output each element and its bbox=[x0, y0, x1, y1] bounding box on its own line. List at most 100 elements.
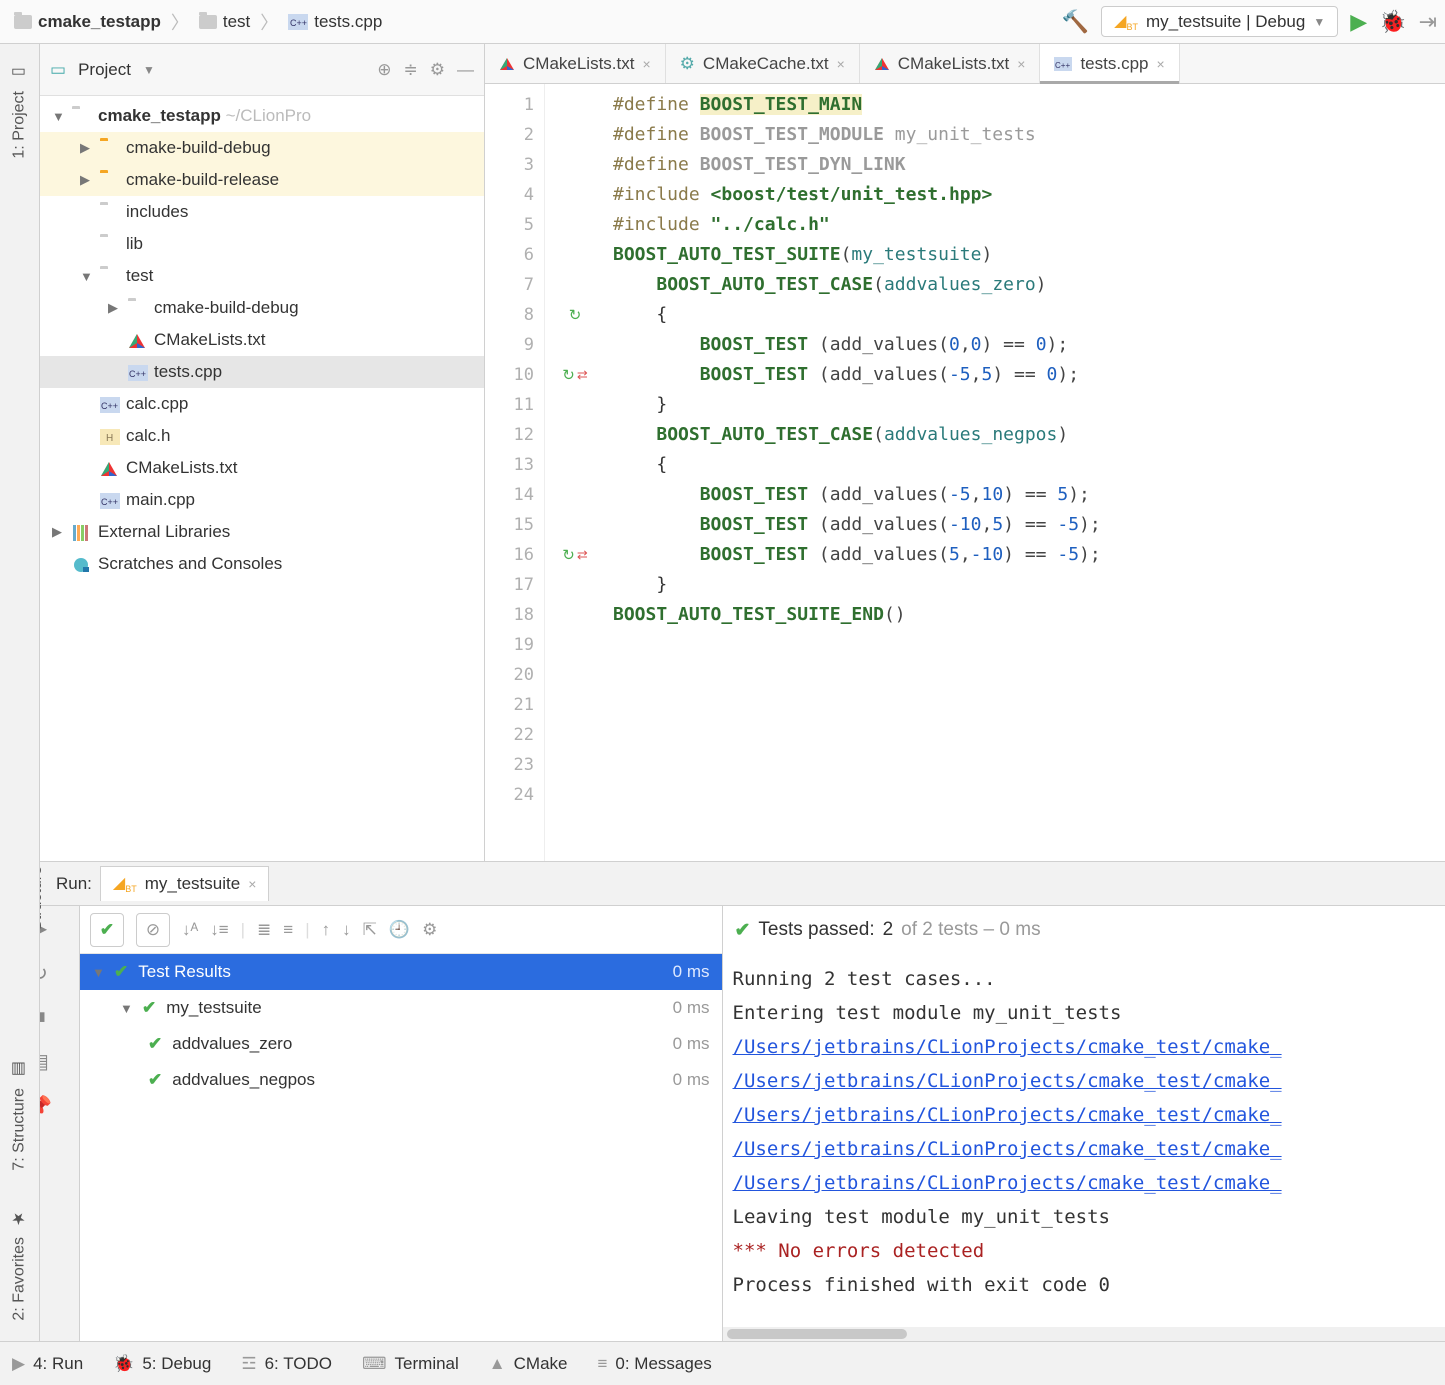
run-gutter-icon[interactable]: ↻ bbox=[562, 366, 575, 384]
sb-terminal[interactable]: ⌨Terminal bbox=[362, 1354, 459, 1374]
editor-tab[interactable]: CMakeLists.txt× bbox=[485, 44, 666, 83]
run-tool-window: 7: Structure Run: ◢BT my_testsuite × ▶ ↻… bbox=[0, 861, 1445, 1341]
close-icon[interactable]: × bbox=[248, 876, 256, 892]
chevron-down-icon[interactable]: ▼ bbox=[143, 63, 155, 77]
svg-text:C++: C++ bbox=[101, 497, 118, 507]
debug-icon[interactable]: 🐞 bbox=[1379, 9, 1406, 35]
tree-row[interactable]: ▼cmake_testapp ~/CLionPro bbox=[40, 100, 484, 132]
tree-row[interactable]: ▶cmake-build-debug bbox=[40, 132, 484, 164]
gear-icon[interactable]: ⚙ bbox=[422, 920, 437, 940]
tree-row[interactable]: lib bbox=[40, 228, 484, 260]
tree-label: calc.cpp bbox=[126, 394, 188, 414]
tree-row[interactable]: C++calc.cpp bbox=[40, 388, 484, 420]
rail-favorites[interactable]: 2: Favorites★ bbox=[0, 1190, 39, 1341]
hide-icon[interactable]: — bbox=[457, 60, 474, 80]
sort-duration-icon[interactable]: ↓≡ bbox=[210, 920, 228, 940]
run-config-selector[interactable]: ◢BT my_testsuite | Debug ▼ bbox=[1101, 6, 1338, 37]
rail-structure-2[interactable]: 7: Structure▥ bbox=[0, 1041, 39, 1191]
tree-row[interactable]: ▶cmake-build-release bbox=[40, 164, 484, 196]
console-line[interactable]: /Users/jetbrains/CLionProjects/cmake_tes… bbox=[733, 1132, 1436, 1166]
tree-row[interactable]: ▶cmake-build-debug bbox=[40, 292, 484, 324]
collapse-all-icon[interactable]: ≡ bbox=[283, 920, 293, 940]
svg-text:C++: C++ bbox=[290, 18, 307, 28]
test-row[interactable]: ✔ addvalues_zero 0 ms bbox=[80, 1026, 722, 1062]
tree-row[interactable]: Scratches and Consoles bbox=[40, 548, 484, 580]
rail-project[interactable]: 1: Project▭ bbox=[10, 44, 29, 179]
sb-cmake[interactable]: ▲CMake bbox=[489, 1354, 568, 1374]
console-line[interactable]: /Users/jetbrains/CLionProjects/cmake_tes… bbox=[733, 1064, 1436, 1098]
console-line: Entering test module my_unit_tests bbox=[733, 996, 1436, 1030]
horizontal-scrollbar[interactable] bbox=[723, 1327, 1445, 1341]
collapse-all-icon[interactable]: ≑ bbox=[404, 60, 418, 80]
sort-alpha-icon[interactable]: ↓ᴬ bbox=[182, 920, 198, 940]
breadcrumb-root[interactable]: cmake_testapp bbox=[8, 8, 167, 36]
show-ignored-button[interactable]: ⊘ bbox=[136, 913, 170, 947]
svg-text:H: H bbox=[106, 433, 113, 444]
check-icon: ✔ bbox=[148, 1034, 162, 1054]
editor-tab[interactable]: CMakeLists.txt× bbox=[860, 44, 1041, 83]
sb-run[interactable]: ▶4: Run bbox=[12, 1354, 83, 1374]
todo-icon: ☲ bbox=[241, 1354, 256, 1374]
export-icon[interactable]: ⇱ bbox=[363, 920, 377, 940]
project-tool-title[interactable]: Project bbox=[78, 60, 131, 80]
sb-todo[interactable]: ☲6: TODO bbox=[241, 1354, 332, 1374]
hammer-build-icon[interactable]: 🔨 bbox=[1062, 9, 1089, 35]
run-config-area: 🔨 ◢BT my_testsuite | Debug ▼ ▶ 🐞 ⇥ bbox=[1062, 6, 1437, 37]
run-gutter-icon[interactable]: ↻ bbox=[569, 306, 582, 324]
tree-row[interactable]: C++main.cpp bbox=[40, 484, 484, 516]
test-row[interactable]: ▼✔Test Results0 ms bbox=[80, 954, 722, 990]
tree-row[interactable]: ▼test bbox=[40, 260, 484, 292]
file-icon bbox=[100, 461, 118, 475]
tree-row[interactable]: ▶External Libraries bbox=[40, 516, 484, 548]
expand-all-icon[interactable]: ≣ bbox=[257, 920, 271, 940]
test-row[interactable]: ✔addvalues_negpos0 ms bbox=[80, 1062, 722, 1098]
caret-icon: ▼ bbox=[80, 269, 92, 284]
tree-row[interactable]: C++tests.cpp bbox=[40, 356, 484, 388]
project-view-icon: ▭ bbox=[50, 60, 66, 80]
editor-tab[interactable]: C++tests.cpp× bbox=[1040, 44, 1179, 83]
run-icon[interactable]: ▶ bbox=[1350, 9, 1367, 35]
console-line[interactable]: /Users/jetbrains/CLionProjects/cmake_tes… bbox=[733, 1098, 1436, 1132]
file-icon bbox=[128, 301, 146, 315]
close-icon[interactable]: × bbox=[1017, 56, 1025, 72]
locate-icon[interactable]: ⊕ bbox=[377, 60, 391, 80]
close-icon[interactable]: × bbox=[642, 56, 650, 72]
tree-row[interactable]: Hcalc.h bbox=[40, 420, 484, 452]
run-tab[interactable]: ◢BT my_testsuite × bbox=[100, 866, 269, 900]
breadcrumb-mid[interactable]: test bbox=[193, 8, 256, 36]
test-duration: 0 ms bbox=[673, 1034, 710, 1054]
file-icon bbox=[100, 173, 118, 187]
tree-row[interactable]: CMakeLists.txt bbox=[40, 324, 484, 356]
tree-row[interactable]: CMakeLists.txt bbox=[40, 452, 484, 484]
console-line[interactable]: /Users/jetbrains/CLionProjects/cmake_tes… bbox=[733, 1030, 1436, 1064]
run-gutter-icon[interactable]: ↻ bbox=[562, 546, 575, 564]
next-icon[interactable]: ↓ bbox=[342, 920, 351, 940]
breadcrumb-leaf[interactable]: C++ tests.cpp bbox=[282, 8, 388, 36]
prev-icon[interactable]: ↑ bbox=[322, 920, 331, 940]
run-with-coverage-icon[interactable]: ⇥ bbox=[1419, 9, 1437, 35]
project-tool-header: ▭ Project ▼ ⊕ ≑ ⚙ — bbox=[40, 44, 484, 96]
file-icon bbox=[100, 141, 118, 155]
test-row[interactable]: ▼✔my_testsuite0 ms bbox=[80, 990, 722, 1026]
svg-text:C++: C++ bbox=[129, 369, 146, 379]
gear-icon[interactable]: ⚙ bbox=[430, 60, 445, 80]
tree-row[interactable]: includes bbox=[40, 196, 484, 228]
cpp-file-icon: C++ bbox=[288, 14, 308, 30]
sb-messages[interactable]: ≡0: Messages bbox=[597, 1354, 711, 1374]
console-line[interactable]: /Users/jetbrains/CLionProjects/cmake_tes… bbox=[733, 1166, 1436, 1200]
show-passed-button[interactable]: ✔ bbox=[90, 913, 124, 947]
console-output[interactable]: Running 2 test cases...Entering test mod… bbox=[723, 954, 1445, 1327]
editor-tab[interactable]: ⚙CMakeCache.txt× bbox=[666, 44, 860, 83]
folder-icon bbox=[199, 15, 217, 29]
history-icon[interactable]: 🕘 bbox=[389, 920, 410, 940]
test-label: addvalues_zero bbox=[172, 1034, 292, 1054]
tests-tree[interactable]: ▼✔Test Results0 ms▼✔my_testsuite0 ms✔add… bbox=[80, 954, 722, 1341]
close-icon[interactable]: × bbox=[1157, 56, 1165, 72]
sb-debug[interactable]: 🐞5: Debug bbox=[113, 1354, 211, 1374]
tree-label: cmake-build-debug bbox=[126, 138, 271, 158]
left-rail-lower: 7: Structure▥ 2: Favorites★ bbox=[0, 861, 40, 1341]
close-icon[interactable]: × bbox=[837, 56, 845, 72]
test-label: my_testsuite bbox=[166, 998, 261, 1018]
console-line: *** No errors detected bbox=[733, 1234, 1436, 1268]
file-icon bbox=[874, 57, 890, 71]
